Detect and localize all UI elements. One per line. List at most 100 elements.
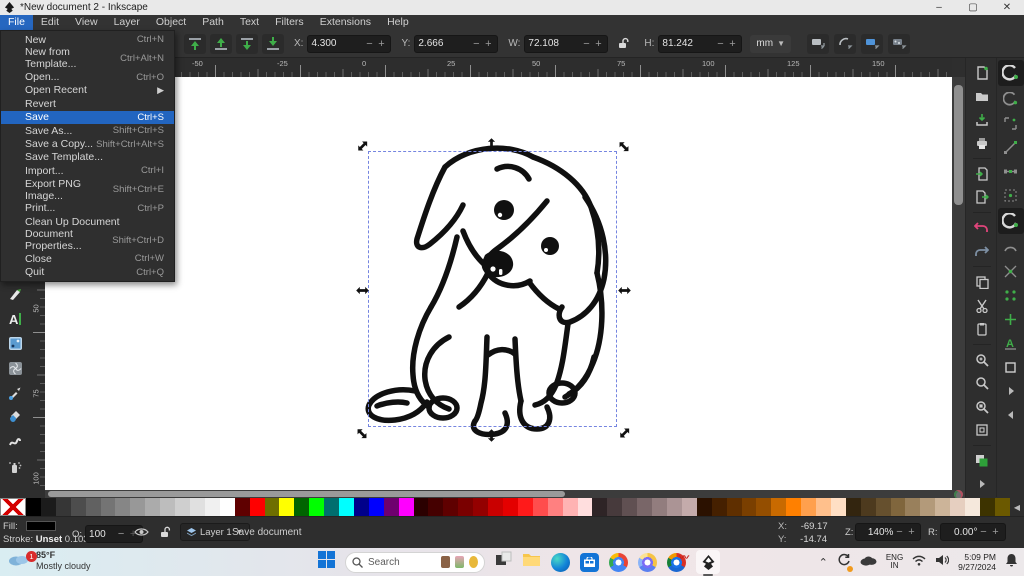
palette-swatch[interactable] bbox=[682, 498, 697, 516]
snap-toggle-button[interactable] bbox=[998, 60, 1024, 86]
canvas[interactable] bbox=[45, 77, 952, 490]
task-view-button[interactable] bbox=[495, 551, 512, 573]
undo-button[interactable] bbox=[971, 217, 993, 239]
x-value[interactable]: 4.300 bbox=[311, 38, 363, 49]
palette-swatch[interactable] bbox=[488, 498, 503, 516]
snap-bbox-button[interactable] bbox=[1000, 88, 1022, 110]
selection-bounding-box[interactable] bbox=[368, 151, 617, 427]
palette-swatch[interactable] bbox=[518, 498, 533, 516]
palette-swatch[interactable] bbox=[175, 498, 190, 516]
zoom-field[interactable]: 140% − + bbox=[855, 523, 921, 541]
palette-swatch[interactable] bbox=[205, 498, 220, 516]
palette-swatch[interactable] bbox=[816, 498, 831, 516]
snap-rotation-center-button[interactable] bbox=[1000, 308, 1022, 330]
selection-handle-w[interactable] bbox=[355, 283, 369, 297]
onedrive-tray-icon[interactable] bbox=[860, 553, 877, 571]
maximize-button[interactable]: ▢ bbox=[956, 0, 990, 15]
paste-button[interactable] bbox=[971, 318, 993, 340]
chrome-dev-button[interactable]: 〰 bbox=[667, 553, 686, 572]
menu-path[interactable]: Path bbox=[194, 15, 232, 30]
zoom-minus-button[interactable]: − bbox=[893, 526, 905, 538]
palette-swatch[interactable] bbox=[697, 498, 712, 516]
menu-view[interactable]: View bbox=[67, 15, 106, 30]
menu-object[interactable]: Object bbox=[148, 15, 194, 30]
palette-swatch[interactable] bbox=[160, 498, 175, 516]
sync-tray-icon[interactable] bbox=[837, 553, 851, 572]
layer-visibility-toggle[interactable] bbox=[132, 524, 150, 540]
h-field[interactable]: 81.242 − + bbox=[658, 35, 742, 53]
y-minus-button[interactable]: − bbox=[470, 38, 482, 50]
menu-item-print[interactable]: Print...Ctrl+P bbox=[1, 202, 174, 215]
palette-swatch[interactable] bbox=[503, 498, 518, 516]
menu-item-clean-up-document[interactable]: Clean Up Document bbox=[1, 215, 174, 228]
units-dropdown[interactable]: mm ▼ bbox=[750, 35, 791, 53]
palette-swatch[interactable] bbox=[995, 498, 1010, 516]
palette-swatch[interactable] bbox=[339, 498, 354, 516]
h-minus-button[interactable]: − bbox=[714, 38, 726, 50]
palette-swatch[interactable] bbox=[145, 498, 160, 516]
palette-swatch[interactable] bbox=[637, 498, 652, 516]
palette-swatch[interactable] bbox=[607, 498, 622, 516]
selection-handle-e[interactable] bbox=[617, 283, 631, 297]
palette-swatch[interactable] bbox=[563, 498, 578, 516]
palette-swatch[interactable] bbox=[771, 498, 786, 516]
palette-swatch[interactable] bbox=[41, 498, 56, 516]
palette-swatch[interactable] bbox=[190, 498, 205, 516]
menu-item-export-png[interactable]: Export PNG Image...Shift+Ctrl+E bbox=[1, 178, 174, 202]
zoom-plus-button[interactable]: + bbox=[905, 526, 917, 538]
zoom-drawing-button[interactable] bbox=[971, 372, 993, 394]
rotation-field[interactable]: 0.00° − + bbox=[940, 523, 1006, 541]
snap-overflow-button[interactable] bbox=[1000, 380, 1022, 402]
palette-swatch[interactable] bbox=[742, 498, 757, 516]
palette-swatch[interactable] bbox=[26, 498, 41, 516]
rotation-plus-button[interactable]: + bbox=[990, 526, 1002, 538]
menu-item-new[interactable]: NewCtrl+N bbox=[1, 33, 174, 46]
save-document-button[interactable] bbox=[971, 109, 993, 131]
h-plus-button[interactable]: + bbox=[726, 38, 738, 50]
palette-swatch[interactable] bbox=[965, 498, 980, 516]
snap-text-baseline-button[interactable]: A bbox=[1000, 332, 1022, 354]
palette-swatch[interactable] bbox=[384, 498, 399, 516]
export-button[interactable] bbox=[971, 187, 993, 209]
menu-item-import[interactable]: Import...Ctrl+I bbox=[1, 164, 174, 177]
palette-swatch[interactable] bbox=[622, 498, 637, 516]
menu-item-quit[interactable]: QuitCtrl+Q bbox=[1, 266, 174, 279]
palette-swatch[interactable] bbox=[250, 498, 265, 516]
menu-filters[interactable]: Filters bbox=[267, 15, 312, 30]
snap-path-intersections-button[interactable] bbox=[1000, 260, 1022, 282]
raise-to-top-button[interactable] bbox=[184, 34, 206, 54]
tweak-tool[interactable] bbox=[3, 430, 27, 454]
language-indicator[interactable]: ENG IN bbox=[886, 554, 903, 570]
palette-swatch[interactable] bbox=[101, 498, 116, 516]
w-field[interactable]: 72.108 − + bbox=[524, 35, 608, 53]
open-document-button[interactable] bbox=[971, 86, 993, 108]
weather-widget[interactable]: 1 85°F Mostly cloudy bbox=[8, 550, 91, 572]
palette-swatch[interactable] bbox=[592, 498, 607, 516]
edge-button[interactable] bbox=[551, 553, 570, 572]
menu-item-open-recent[interactable]: Open Recent▶ bbox=[1, 84, 174, 97]
palette-swatch[interactable] bbox=[235, 498, 250, 516]
palette-swatch[interactable] bbox=[831, 498, 846, 516]
palette-swatch[interactable] bbox=[71, 498, 86, 516]
palette-swatch[interactable] bbox=[727, 498, 742, 516]
gradient-tool[interactable] bbox=[3, 332, 27, 356]
palette-swatch[interactable] bbox=[578, 498, 593, 516]
w-plus-button[interactable]: + bbox=[592, 38, 604, 50]
h-value[interactable]: 81.242 bbox=[662, 38, 714, 49]
redo-button[interactable] bbox=[971, 241, 993, 263]
palette-swatch[interactable] bbox=[443, 498, 458, 516]
lower-button[interactable] bbox=[236, 34, 258, 54]
palette-swatch[interactable] bbox=[712, 498, 727, 516]
horizontal-ruler[interactable]: -50-250255075100125150 bbox=[45, 58, 952, 77]
menu-item-close[interactable]: CloseCtrl+W bbox=[1, 252, 174, 265]
y-plus-button[interactable]: + bbox=[482, 38, 494, 50]
palette-swatch[interactable] bbox=[786, 498, 801, 516]
palette-swatch[interactable] bbox=[115, 498, 130, 516]
palette-swatch[interactable] bbox=[414, 498, 429, 516]
lower-to-bottom-button[interactable] bbox=[262, 34, 284, 54]
file-explorer-button[interactable] bbox=[522, 552, 541, 573]
palette-swatch[interactable] bbox=[220, 498, 235, 516]
start-button[interactable] bbox=[318, 551, 335, 573]
palette-swatch[interactable] bbox=[130, 498, 145, 516]
notification-bell-icon[interactable] bbox=[1005, 553, 1018, 572]
